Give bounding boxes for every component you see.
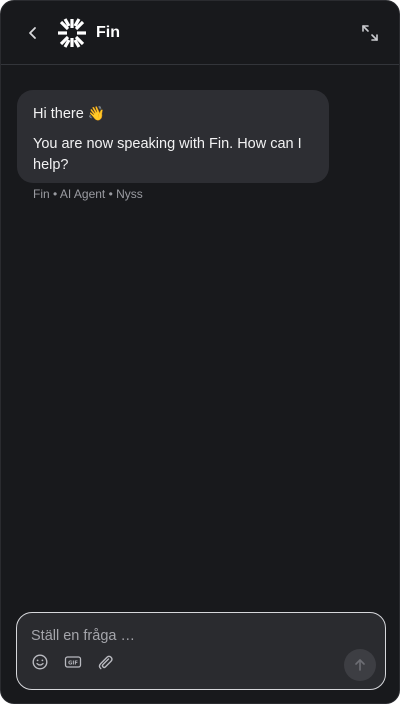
gif-icon: GIF bbox=[64, 656, 82, 668]
expand-icon bbox=[362, 25, 378, 41]
chat-widget: Fin Hi there 👋 You are now speaking with … bbox=[0, 0, 400, 704]
emoji-icon bbox=[32, 654, 48, 670]
send-button[interactable] bbox=[344, 649, 376, 681]
waving-hand-icon: 👋 bbox=[87, 105, 106, 121]
fin-logo-icon bbox=[56, 17, 88, 49]
paperclip-icon bbox=[98, 655, 113, 670]
message-meta: Fin • AI Agent • Nyss bbox=[33, 187, 143, 201]
chat-header: Fin bbox=[1, 1, 399, 65]
svg-text:GIF: GIF bbox=[68, 660, 78, 666]
attach-button[interactable] bbox=[96, 653, 114, 671]
arrow-up-icon bbox=[355, 659, 365, 671]
expand-button[interactable] bbox=[360, 23, 380, 43]
emoji-button[interactable] bbox=[31, 653, 49, 671]
greeting-line: Hi there 👋 bbox=[33, 103, 313, 125]
greeting-text: Hi there bbox=[33, 106, 84, 122]
chevron-left-icon bbox=[29, 27, 36, 39]
gif-button[interactable]: GIF bbox=[64, 653, 82, 671]
question-input[interactable] bbox=[31, 625, 361, 647]
message-composer: GIF bbox=[16, 612, 386, 690]
chat-title: Fin bbox=[96, 24, 120, 41]
back-button[interactable] bbox=[21, 21, 43, 45]
bot-message-bubble: Hi there 👋 You are now speaking with Fin.… bbox=[17, 90, 329, 183]
message-text: You are now speaking with Fin. How can I… bbox=[33, 136, 302, 173]
